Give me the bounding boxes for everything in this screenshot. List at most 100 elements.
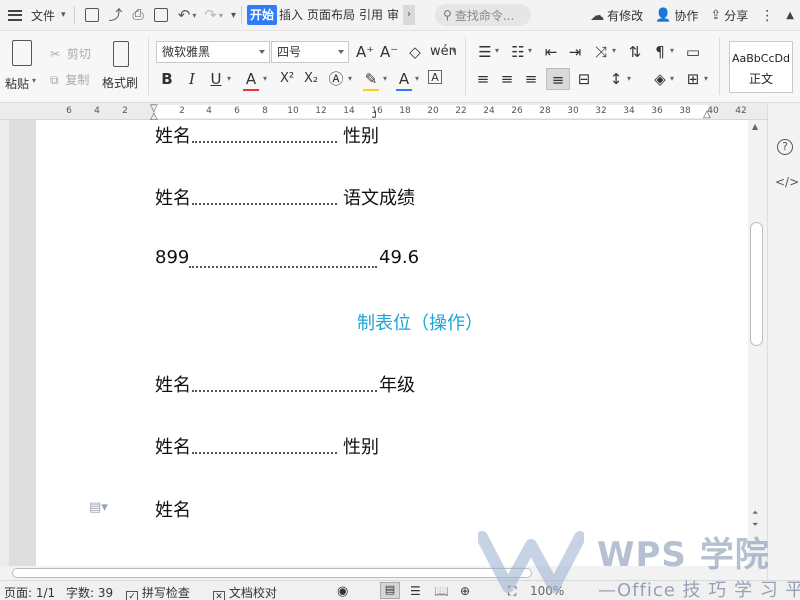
more-options-icon[interactable]: ⋮: [760, 8, 774, 24]
chevron-down-icon: ▾: [61, 10, 66, 20]
tabs-scroll-right-icon[interactable]: ›: [403, 5, 416, 25]
share-button[interactable]: ⇪ 分享: [710, 7, 748, 24]
chevron-down-icon[interactable]: ▾: [627, 74, 631, 83]
bold-button[interactable]: B: [158, 70, 176, 88]
spell-check-button[interactable]: ✓ 拼写检查: [126, 584, 190, 600]
format-painter-button[interactable]: 格式刷: [102, 39, 142, 95]
print-icon[interactable]: ⎙: [133, 7, 144, 23]
font-color-bar: [396, 89, 412, 91]
undo-icon[interactable]: ↶: [178, 6, 191, 24]
right-indent-marker-icon[interactable]: △: [703, 109, 711, 120]
increase-indent-icon[interactable]: ⇥: [566, 43, 584, 61]
has-changes-button[interactable]: ☁ 有修改: [590, 7, 643, 24]
phonetic-guide-icon[interactable]: wén: [430, 43, 457, 61]
chevron-down-icon[interactable]: ▾: [227, 74, 231, 83]
horizontal-scroll-thumb[interactable]: [12, 568, 532, 578]
page-indicator[interactable]: 页面: 1/1: [4, 584, 55, 600]
ribbon: 粘贴 ▾ ✂ 剪切 ⧉ 复制 格式刷 微软雅黑 四号 A⁺ A⁻ ◇ wén ▾…: [0, 31, 800, 103]
font-color-icon[interactable]: A: [395, 70, 413, 88]
paragraph-options-icon[interactable]: ▤▾: [89, 500, 108, 515]
subscript-button[interactable]: X₂: [300, 70, 322, 88]
chevron-down-icon[interactable]: ▾: [219, 11, 223, 20]
justify-icon[interactable]: ≡: [546, 68, 570, 90]
ruler-number: 36: [651, 106, 663, 116]
underline-button[interactable]: U: [207, 70, 225, 88]
doc-proof-button[interactable]: ✕ 文档校对: [213, 584, 277, 600]
web-view-icon[interactable]: ⊕: [460, 584, 470, 598]
chinese-layout-icon[interactable]: ⤨: [592, 43, 610, 61]
numbered-list-icon[interactable]: ☷: [509, 43, 527, 61]
save-icon[interactable]: [84, 8, 99, 22]
distributed-align-icon[interactable]: ⊟: [575, 70, 593, 88]
horizontal-ruler[interactable]: 6 4 2 2 4 6 8 10 12 14 16 18 20 22 24 26…: [0, 103, 767, 124]
tab-home[interactable]: 开始: [246, 5, 277, 25]
vertical-scroll-thumb[interactable]: [750, 222, 763, 346]
page-view-icon[interactable]: ▤: [380, 582, 400, 599]
help-icon[interactable]: ?: [777, 139, 793, 155]
tab-page-layout[interactable]: 页面布局: [305, 5, 357, 25]
tab-references[interactable]: 引用: [357, 5, 385, 25]
sort-icon[interactable]: ⇅: [626, 43, 644, 61]
borders-icon[interactable]: ⊞: [684, 70, 702, 88]
shrink-font-icon[interactable]: A⁻: [380, 43, 398, 61]
character-border-icon[interactable]: A: [428, 70, 442, 84]
code-icon[interactable]: </>: [775, 175, 799, 189]
bullet-list-icon[interactable]: ☰: [476, 43, 494, 61]
chevron-down-icon[interactable]: ▾: [612, 46, 616, 55]
text-right: 49.6: [379, 247, 420, 268]
grow-font-icon[interactable]: A⁺: [356, 43, 374, 61]
show-marks-icon[interactable]: ¶: [651, 43, 669, 61]
highlight-icon[interactable]: ✎: [362, 70, 380, 88]
tab-insert[interactable]: 插入: [277, 5, 305, 25]
clear-format-icon[interactable]: ◇: [406, 43, 424, 61]
decrease-indent-icon[interactable]: ⇤: [542, 43, 560, 61]
ruler-icon[interactable]: ▭: [684, 43, 702, 61]
font-size-select[interactable]: 四号: [271, 41, 349, 63]
chevron-down-icon[interactable]: ▾: [670, 74, 674, 83]
chevron-down-icon[interactable]: ▾: [495, 46, 499, 55]
chevron-down-icon[interactable]: ▾: [528, 46, 532, 55]
menu-icon[interactable]: [8, 9, 22, 21]
word-count[interactable]: 字数: 39: [66, 584, 113, 600]
align-center-icon[interactable]: ≡: [498, 70, 516, 88]
superscript-button[interactable]: X²: [276, 70, 298, 88]
copy-button[interactable]: ⧉ 复制: [50, 71, 89, 88]
eye-icon[interactable]: ◉: [337, 584, 348, 599]
file-menu[interactable]: 文件 ▾: [28, 4, 69, 26]
text-effects-icon[interactable]: Ⓐ: [327, 70, 345, 88]
search-input[interactable]: ⚲ 查找命令...: [435, 4, 532, 26]
chevron-down-icon[interactable]: ▾: [670, 46, 674, 55]
line-spacing-icon[interactable]: ↕: [607, 70, 625, 88]
italic-button[interactable]: I: [183, 70, 201, 88]
chevron-down-icon[interactable]: ▾: [383, 74, 387, 83]
cut-button[interactable]: ✂ 剪切: [50, 45, 91, 62]
outline-view-icon[interactable]: ☰: [410, 584, 421, 598]
highlight-color-bar: [363, 89, 379, 91]
chevron-down-icon[interactable]: ▾: [415, 74, 419, 83]
chevron-down-icon[interactable]: ▾: [263, 74, 267, 83]
chevron-down-icon[interactable]: ▾: [704, 74, 708, 83]
export-icon[interactable]: ⤴: [109, 5, 123, 25]
watermark-slogan: —Office 技 巧 学 习 平 台: [598, 580, 800, 600]
align-right-icon[interactable]: ≡: [522, 70, 540, 88]
chevron-down-icon[interactable]: ▾: [452, 46, 456, 55]
scroll-up-icon[interactable]: ▲: [752, 122, 758, 131]
shading-icon[interactable]: ◈: [651, 70, 669, 88]
collapse-ribbon-icon[interactable]: ▲: [786, 10, 794, 21]
vertical-ruler[interactable]: [0, 120, 9, 566]
format-painter-label: 格式刷: [102, 76, 139, 90]
chevron-down-icon[interactable]: ▾: [192, 11, 196, 20]
align-left-icon[interactable]: ≡: [474, 70, 492, 88]
tab-review[interactable]: 审: [385, 5, 401, 25]
redo-icon[interactable]: ↷: [204, 6, 217, 24]
style-normal[interactable]: AaBbCcDd 正文: [729, 41, 793, 93]
chevron-down-icon[interactable]: ▾: [348, 74, 352, 83]
reading-view-icon[interactable]: 📖: [434, 584, 449, 598]
strikethrough-font-color-icon[interactable]: A: [242, 70, 260, 88]
font-name-select[interactable]: 微软雅黑: [156, 41, 270, 63]
collaborate-button[interactable]: 👤 协作: [655, 7, 698, 24]
more-icon[interactable]: ▾: [231, 10, 236, 21]
prev-page-icon[interactable]: ⏶: [752, 508, 758, 518]
paste-button[interactable]: 粘贴 ▾: [4, 37, 44, 95]
print-preview-icon[interactable]: [153, 8, 168, 22]
